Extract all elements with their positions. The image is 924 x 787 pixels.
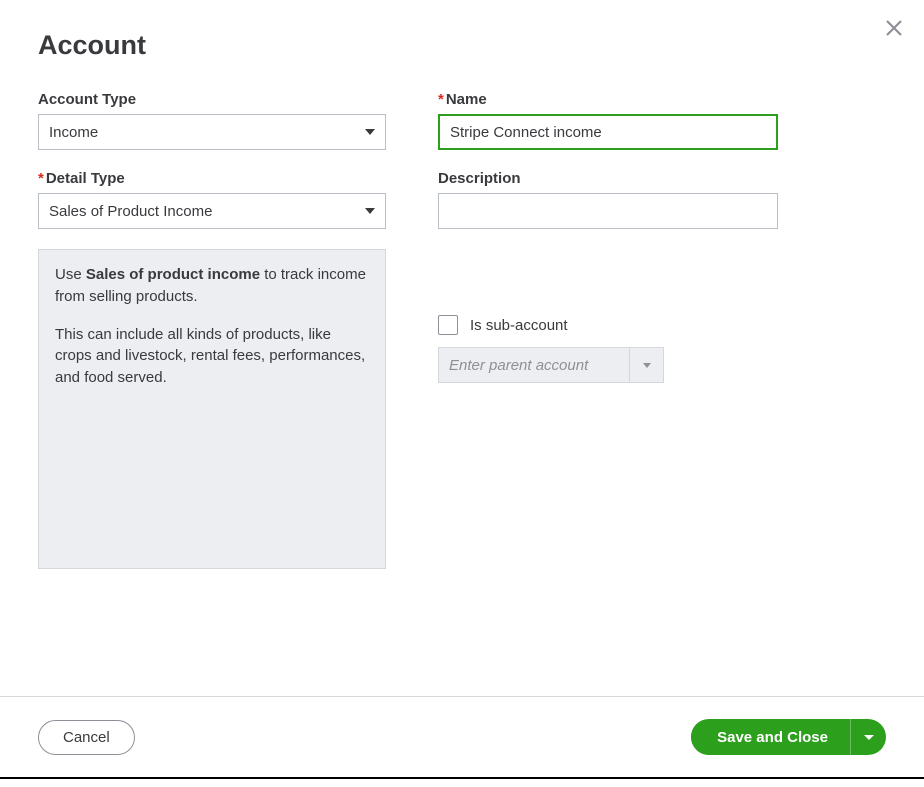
account-type-label: Account Type — [38, 91, 386, 108]
save-and-close-button[interactable]: Save and Close — [691, 720, 850, 755]
explain-para2: This can include all kinds of products, … — [55, 324, 369, 389]
description-input[interactable] — [438, 193, 778, 229]
sub-account-checkbox[interactable] — [438, 315, 458, 335]
explain-pre: Use — [55, 266, 86, 283]
name-label: *Name — [438, 91, 778, 108]
parent-account-dropdown-button[interactable] — [630, 347, 664, 383]
detail-type-label: *Detail Type — [38, 170, 386, 187]
chevron-down-icon — [864, 735, 874, 740]
chevron-down-icon — [643, 363, 651, 368]
save-button-group: Save and Close — [691, 719, 886, 755]
sub-account-row: Is sub-account — [438, 315, 778, 335]
name-label-text: Name — [446, 91, 487, 108]
sub-account-label: Is sub-account — [470, 317, 568, 334]
detail-type-select[interactable]: Sales of Product Income — [38, 193, 386, 229]
cancel-button[interactable]: Cancel — [38, 720, 135, 755]
dialog-title: Account — [38, 30, 886, 61]
account-type-select[interactable]: Income — [38, 114, 386, 150]
account-type-value: Income — [49, 124, 98, 141]
description-label: Description — [438, 170, 778, 187]
detail-type-value: Sales of Product Income — [49, 203, 212, 220]
account-dialog: Account Account Type Income *Detail Type… — [0, 0, 924, 787]
name-input[interactable] — [438, 114, 778, 150]
left-column: Account Type Income *Detail Type Sales o… — [38, 91, 386, 569]
description-field: Description — [438, 170, 778, 229]
detail-type-field: *Detail Type Sales of Product Income — [38, 170, 386, 229]
parent-account-placeholder: Enter parent account — [438, 347, 630, 383]
parent-account-select[interactable]: Enter parent account — [438, 347, 664, 383]
account-type-field: Account Type Income — [38, 91, 386, 150]
detail-type-label-text: Detail Type — [46, 170, 125, 187]
dialog-footer: Cancel Save and Close — [0, 696, 924, 779]
detail-type-explanation: Use Sales of product income to track inc… — [38, 249, 386, 569]
name-field: *Name — [438, 91, 778, 150]
explain-bold: Sales of product income — [86, 266, 260, 283]
chevron-down-icon — [365, 129, 375, 135]
save-split-button[interactable] — [850, 719, 886, 755]
chevron-down-icon — [365, 208, 375, 214]
right-column: *Name Description Is sub-account Enter p… — [438, 91, 778, 569]
form-area: Account Type Income *Detail Type Sales o… — [38, 91, 886, 569]
close-icon[interactable] — [880, 14, 908, 42]
